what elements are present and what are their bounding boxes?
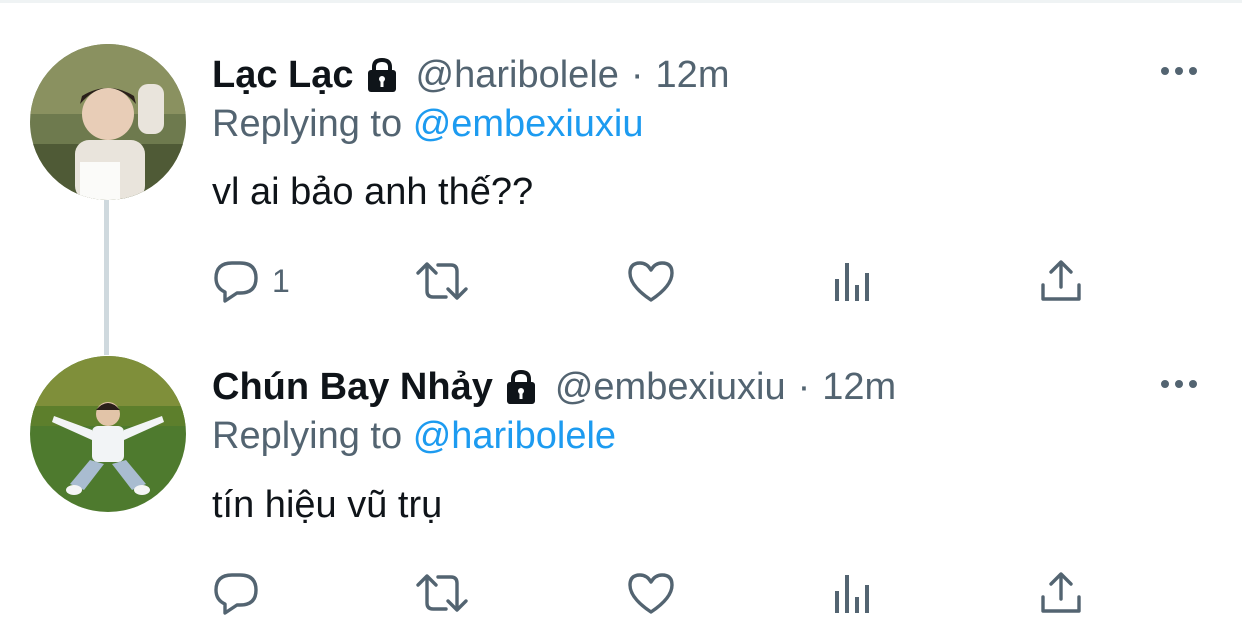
heart-icon xyxy=(628,261,674,302)
like-button[interactable] xyxy=(626,256,676,306)
mention-link[interactable]: @embexiuxiu xyxy=(413,103,644,145)
reply-icon xyxy=(214,573,258,615)
analytics-icon xyxy=(835,263,869,301)
tweet-header: Chún Bay Nhảy @embexiuxiu · 12m xyxy=(212,365,896,409)
user-handle[interactable]: @haribolele xyxy=(416,53,619,97)
more-icon[interactable] xyxy=(1160,377,1198,391)
tweet[interactable]: Chún Bay Nhảy @embexiuxiu · 12m Replying… xyxy=(0,330,1242,640)
avatar-photo xyxy=(30,356,186,512)
replying-prefix: Replying to xyxy=(212,415,403,457)
analytics-icon xyxy=(835,575,869,613)
separator-dot: · xyxy=(630,54,644,96)
more-icon[interactable] xyxy=(1160,64,1198,78)
share-button[interactable] xyxy=(1038,256,1084,306)
tweet-actions: 1 xyxy=(0,256,1242,306)
display-name[interactable]: Chún Bay Nhảy xyxy=(212,365,493,409)
reply-icon xyxy=(214,261,258,303)
tweet-header: Lạc Lạc @haribolele · 12m xyxy=(212,53,729,97)
avatar[interactable] xyxy=(30,44,186,200)
replying-to-line: Replying to @haribolele xyxy=(212,414,616,458)
avatar-photo xyxy=(30,44,186,200)
share-button[interactable] xyxy=(1038,568,1084,618)
separator-dot: · xyxy=(797,366,811,408)
analytics-button[interactable] xyxy=(832,256,876,306)
share-icon xyxy=(1041,260,1081,301)
avatar[interactable] xyxy=(30,356,186,512)
display-name[interactable]: Lạc Lạc xyxy=(212,53,354,97)
retweet-button[interactable] xyxy=(414,256,470,306)
lock-icon xyxy=(501,367,541,407)
retweet-button[interactable] xyxy=(414,568,470,618)
timestamp[interactable]: 12m xyxy=(656,53,730,97)
tweet[interactable]: Lạc Lạc @haribolele · 12m Replying to @e… xyxy=(0,0,1242,330)
tweet-text: tín hiệu vũ trụ xyxy=(212,484,443,526)
reply-button[interactable] xyxy=(212,568,272,618)
timestamp[interactable]: 12m xyxy=(822,365,896,409)
share-icon xyxy=(1041,572,1081,613)
mention-link[interactable]: @haribolele xyxy=(413,415,616,457)
reply-count: 1 xyxy=(272,262,290,299)
tweet-text: vl ai bảo anh thế?? xyxy=(212,171,534,213)
like-button[interactable] xyxy=(626,568,676,618)
reply-button[interactable]: 1 xyxy=(212,256,290,306)
replying-to-line: Replying to @embexiuxiu xyxy=(212,102,643,146)
heart-icon xyxy=(628,573,674,614)
replying-prefix: Replying to xyxy=(212,103,403,145)
retweet-icon xyxy=(416,574,468,612)
retweet-icon xyxy=(416,262,468,300)
tweet-actions xyxy=(0,568,1242,618)
analytics-button[interactable] xyxy=(832,568,876,618)
user-handle[interactable]: @embexiuxiu xyxy=(555,365,786,409)
lock-icon xyxy=(362,55,402,95)
